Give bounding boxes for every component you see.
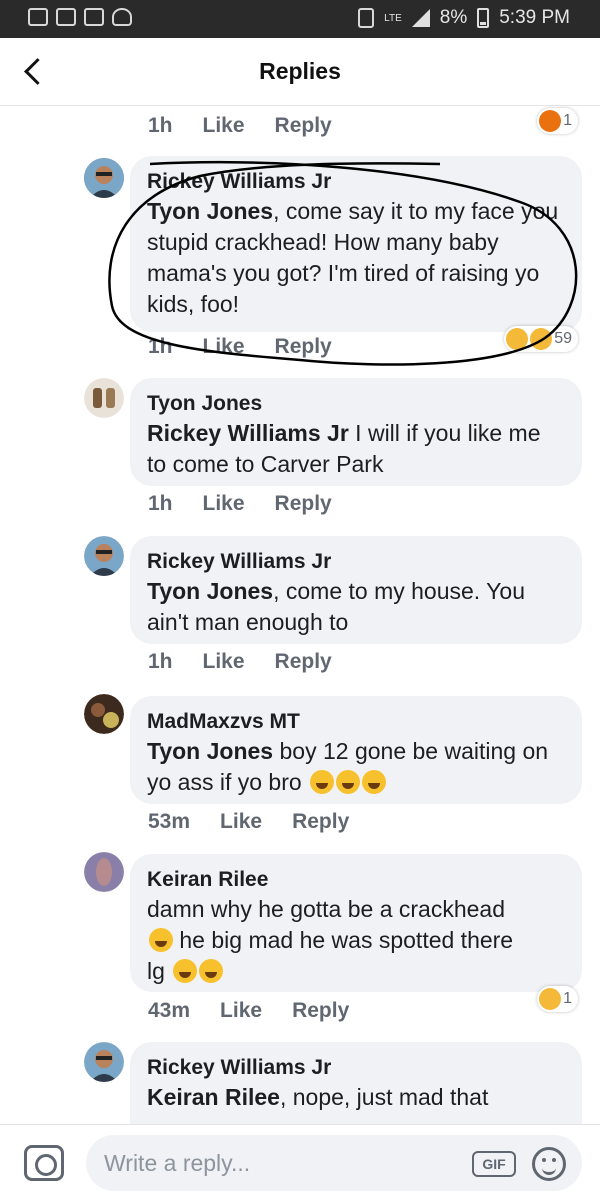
laughing-tears-emoji-icon: [310, 770, 335, 794]
page-title: Replies: [259, 58, 341, 84]
reply-button[interactable]: Reply: [275, 335, 332, 359]
camera-icon[interactable]: [24, 1145, 64, 1181]
angry-reaction-icon: [539, 110, 562, 132]
timestamp: 1h: [148, 335, 173, 358]
reaction-summary[interactable]: 59: [504, 326, 578, 352]
haha-reaction-icon: [539, 988, 562, 1010]
emoji-icon[interactable]: [532, 1147, 566, 1181]
mail-icon: [56, 8, 76, 26]
timestamp: 1h: [148, 650, 173, 673]
notification-icon: [28, 8, 48, 26]
comment-bubble: Tyon Jones Rickey Williams Jr I will if …: [130, 378, 582, 486]
clock: 5:39 PM: [499, 7, 570, 28]
comment-author[interactable]: Keiran Rilee: [147, 866, 564, 894]
comment-author[interactable]: Rickey Williams Jr: [147, 548, 564, 576]
comment-actions: 1h Like Reply: [148, 114, 332, 138]
comment-body: damn why he gotta be a crackhead: [147, 896, 506, 922]
mention-link[interactable]: Tyon Jones: [147, 198, 273, 224]
timestamp: 1h: [148, 114, 173, 137]
comment-bubble: MadMaxzvs MT Tyon Jones boy 12 gone be w…: [130, 696, 582, 804]
avatar[interactable]: [84, 158, 124, 198]
comment-text: Tyon Jones, come say it to my face you s…: [147, 196, 564, 320]
comment-bubble: Rickey Williams Jr Tyon Jones, come say …: [130, 156, 582, 332]
avatar[interactable]: [84, 378, 124, 418]
replies-list[interactable]: 1h Like Reply 1 Rickey Williams Jr Tyon …: [0, 106, 600, 1124]
crying-emoji-icon: [173, 959, 198, 983]
upload-icon: [112, 8, 132, 26]
comment-actions: 1h Like Reply: [148, 335, 332, 359]
comment-body: , nope, just mad that: [279, 1084, 489, 1110]
reply-button[interactable]: Reply: [275, 650, 332, 674]
laughing-tears-emoji-icon: [149, 928, 173, 952]
network-label: LTE: [384, 12, 402, 24]
status-bar: LTE 8% 5:39 PM: [0, 0, 600, 38]
laughing-tears-emoji-icon: [362, 770, 387, 794]
comment-actions: 1h Like Reply: [148, 650, 332, 674]
gallery-icon: [84, 8, 104, 26]
header-bar: Replies: [0, 38, 600, 106]
laughing-tears-emoji-icon: [336, 770, 361, 794]
like-button[interactable]: Like: [203, 114, 245, 138]
comment-actions: 1h Like Reply: [148, 492, 332, 516]
gif-button[interactable]: GIF: [472, 1151, 516, 1177]
comment-text: damn why he gotta be a crackhead he big …: [147, 894, 564, 987]
comment-author[interactable]: Tyon Jones: [147, 390, 564, 418]
comment-bubble: Rickey Williams Jr Keiran Rilee, nope, j…: [130, 1042, 582, 1124]
reaction-summary[interactable]: 1: [537, 108, 578, 134]
mention-link[interactable]: Tyon Jones: [147, 738, 273, 764]
like-button[interactable]: Like: [220, 999, 262, 1023]
reaction-summary[interactable]: 1: [537, 986, 578, 1012]
comment-text: Keiran Rilee, nope, just mad that: [147, 1082, 564, 1113]
wow-reaction-icon: [530, 328, 553, 350]
avatar[interactable]: [84, 536, 124, 576]
like-button[interactable]: Like: [203, 335, 245, 359]
reply-button[interactable]: Reply: [275, 114, 332, 138]
mention-link[interactable]: Rickey Williams Jr: [147, 420, 349, 446]
battery-icon: [477, 8, 490, 28]
like-button[interactable]: Like: [203, 650, 245, 674]
comment-bubble: Keiran Rilee damn why he gotta be a crac…: [130, 854, 582, 992]
reply-composer: GIF: [0, 1124, 600, 1200]
status-right: LTE 8% 5:39 PM: [358, 7, 570, 29]
reply-button[interactable]: Reply: [292, 810, 349, 834]
signal-icon: [411, 9, 430, 27]
comment-actions: 53m Like Reply: [148, 810, 349, 834]
reaction-count: 59: [554, 330, 572, 347]
reply-button[interactable]: Reply: [275, 492, 332, 516]
avatar[interactable]: [84, 694, 124, 734]
mention-link[interactable]: Keiran Rilee: [147, 1084, 280, 1110]
comment-author[interactable]: MadMaxzvs MT: [147, 708, 564, 736]
comment-text: Tyon Jones, come to my house. You ain't …: [147, 576, 564, 638]
comment-author[interactable]: Rickey Williams Jr: [147, 168, 564, 196]
mention-link[interactable]: Tyon Jones: [147, 578, 273, 604]
comment-text: Tyon Jones boy 12 gone be waiting on yo …: [147, 736, 564, 798]
comment-author[interactable]: Rickey Williams Jr: [147, 1054, 564, 1082]
battery-percent: 8%: [439, 7, 468, 28]
notification-icons: [28, 8, 132, 26]
like-button[interactable]: Like: [203, 492, 245, 516]
avatar[interactable]: [84, 1042, 124, 1082]
reaction-count: 1: [563, 990, 572, 1007]
comment-body: lg: [147, 958, 172, 984]
reaction-count: 1: [563, 112, 572, 129]
comment-text: Rickey Williams Jr I will if you like me…: [147, 418, 564, 480]
rofl-emoji-icon: [199, 959, 224, 983]
comment-actions: 43m Like Reply: [148, 999, 349, 1023]
avatar[interactable]: [84, 852, 124, 892]
timestamp: 53m: [148, 810, 191, 833]
comment-body: he big mad he was spotted there: [173, 927, 514, 953]
vibrate-icon: [358, 8, 375, 28]
timestamp: 43m: [148, 999, 191, 1022]
haha-reaction-icon: [506, 328, 529, 350]
like-button[interactable]: Like: [220, 810, 262, 834]
timestamp: 1h: [148, 492, 173, 515]
comment-bubble: Rickey Williams Jr Tyon Jones, come to m…: [130, 536, 582, 644]
reply-button[interactable]: Reply: [292, 999, 349, 1023]
